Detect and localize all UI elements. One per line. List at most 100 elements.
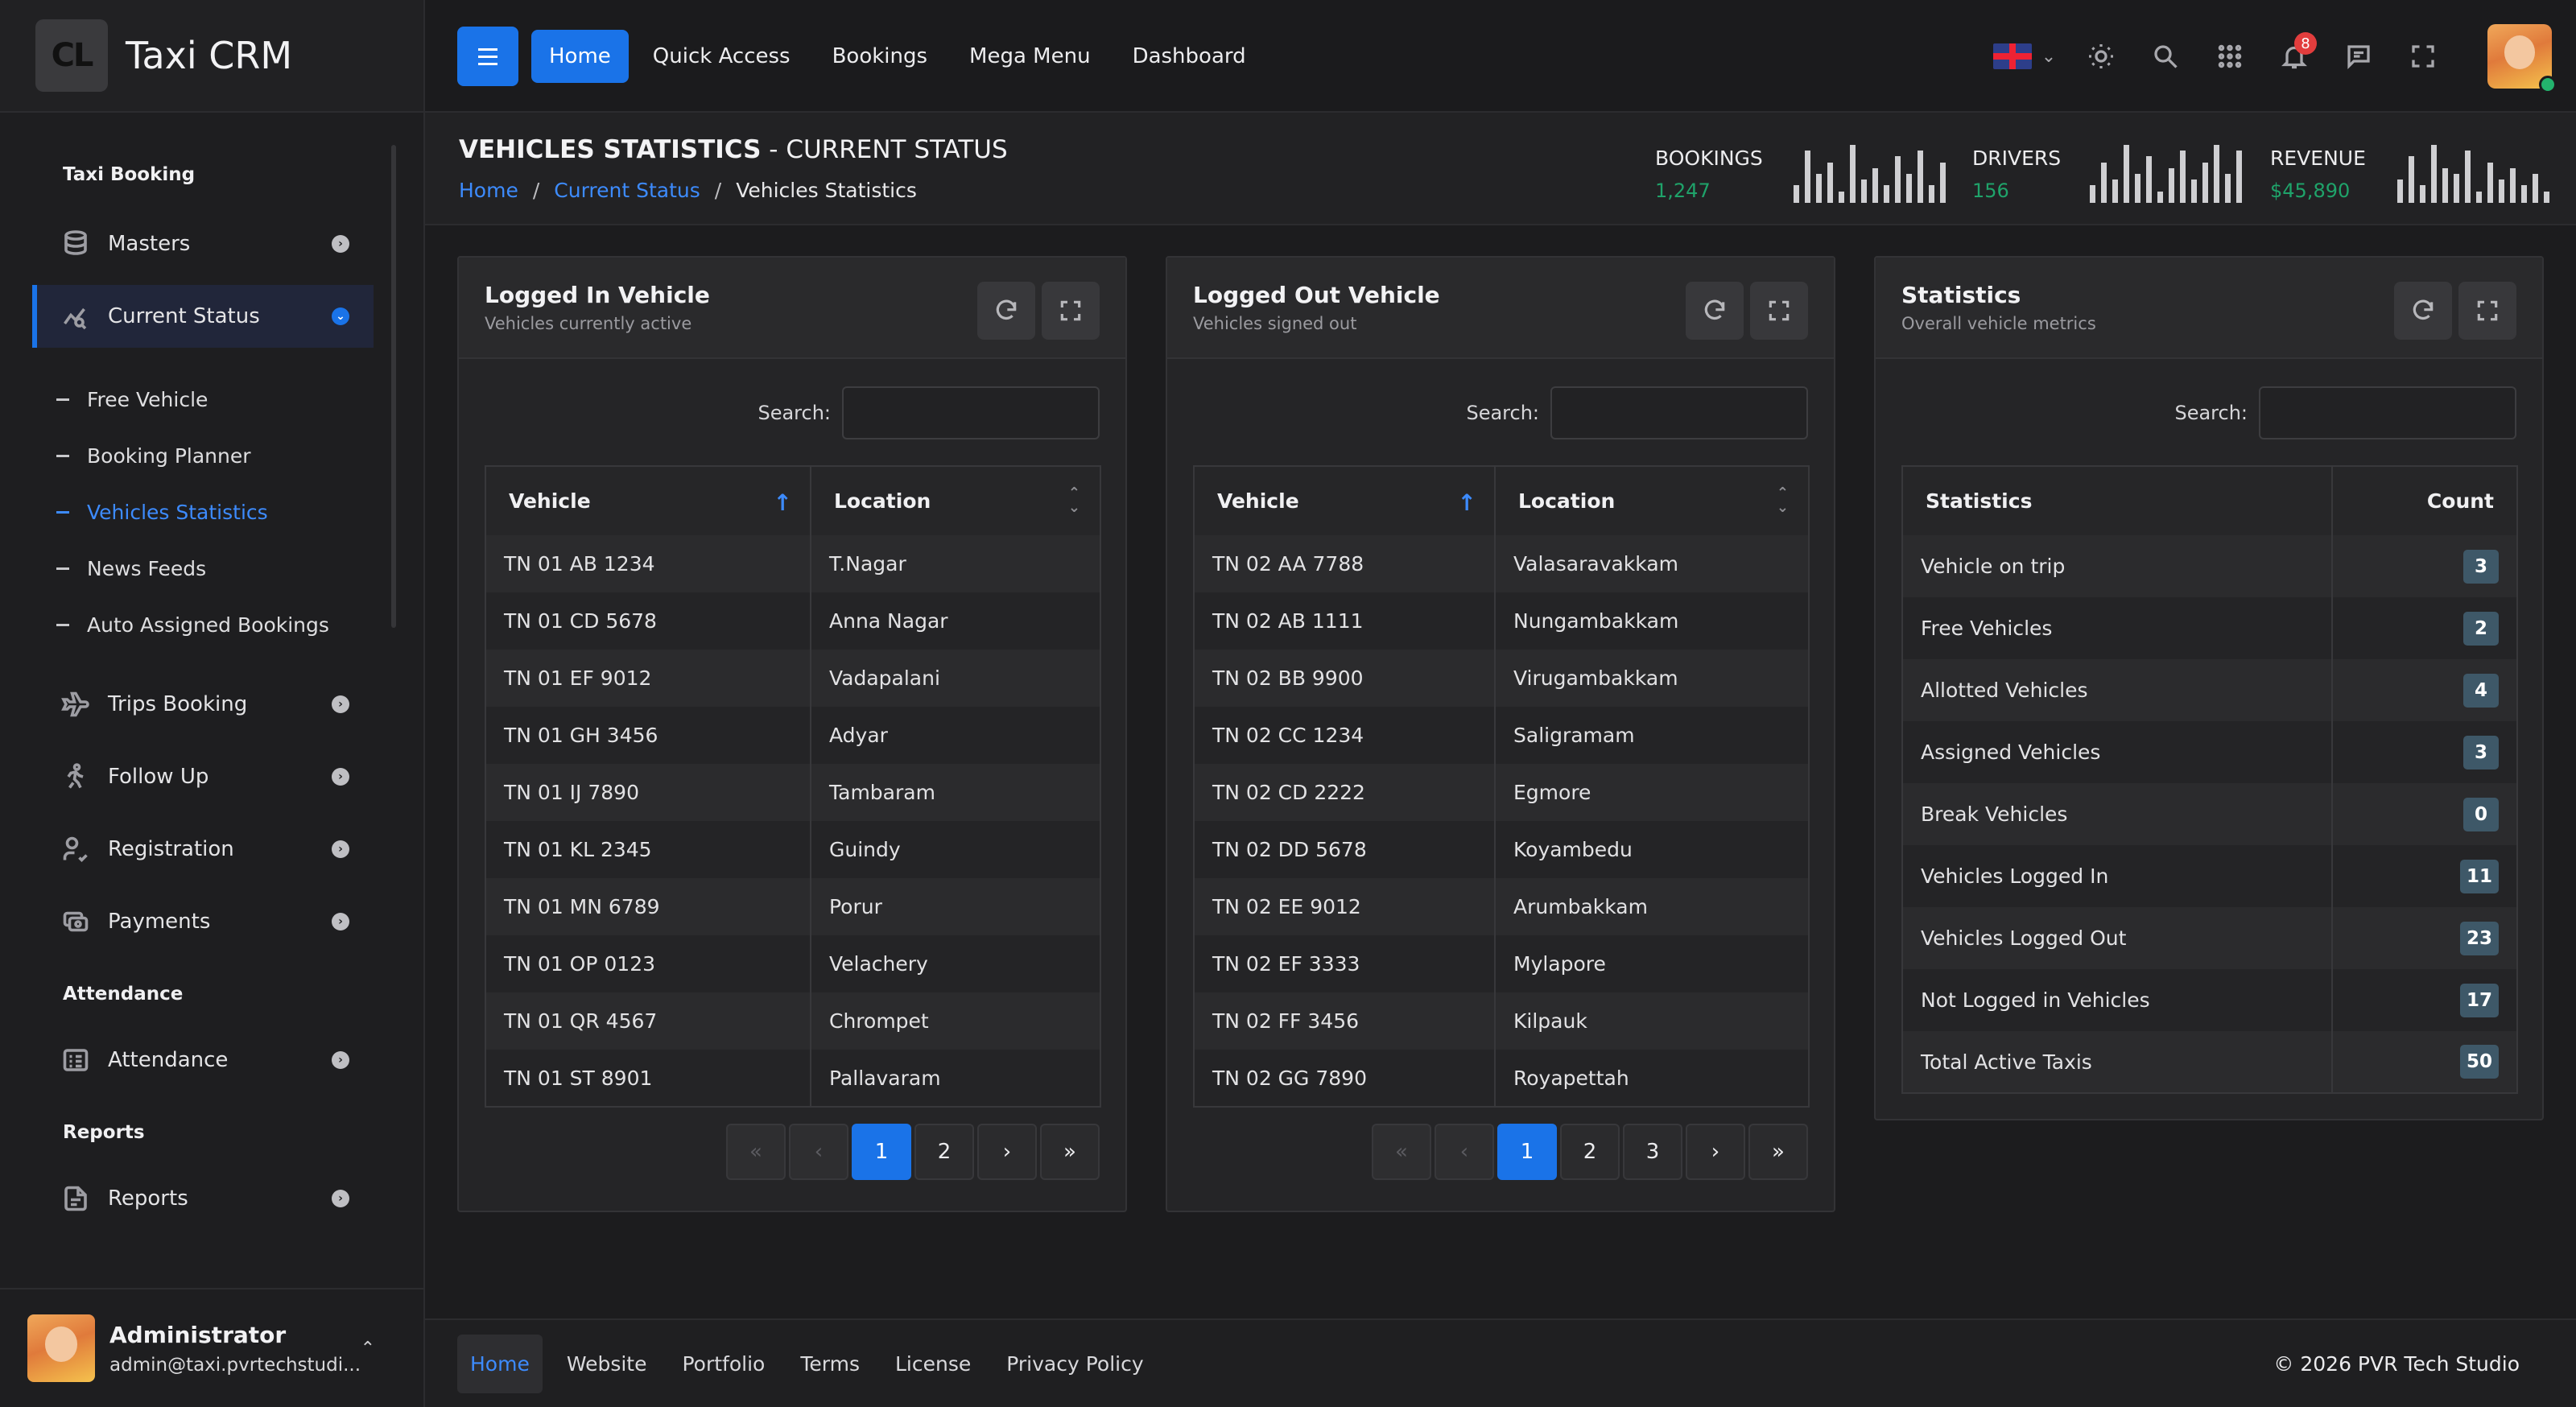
table-row[interactable]: Vehicles Logged Out 23 xyxy=(1902,907,2517,969)
column-header-location[interactable]: Location ⌃ ⌄ xyxy=(811,466,1100,535)
database-icon xyxy=(60,228,92,260)
brand[interactable]: CL Taxi CRM xyxy=(0,0,423,113)
top-nav-quick-access[interactable]: Quick Access xyxy=(653,44,791,68)
top-nav-home[interactable]: Home xyxy=(531,30,629,83)
pagination-page-button[interactable]: 2 xyxy=(914,1124,974,1180)
footer-link-home[interactable]: Home xyxy=(457,1334,543,1393)
sidebar-item-payments[interactable]: Payments › xyxy=(32,890,374,953)
messages-button[interactable] xyxy=(2326,24,2391,89)
table-row[interactable]: TN 01 ST 8901 Pallavaram xyxy=(485,1050,1100,1107)
sidebar-item-reports[interactable]: Reports › xyxy=(32,1167,374,1230)
sidebar-subitem-label: Vehicles Statistics xyxy=(87,501,268,524)
sidebar-subitem-vehicles-statistics[interactable]: Vehicles Statistics xyxy=(56,501,268,524)
refresh-button[interactable] xyxy=(1686,282,1744,340)
pagination-next-button[interactable]: › xyxy=(977,1124,1037,1180)
table-row[interactable]: Break Vehicles 0 xyxy=(1902,783,2517,845)
table-row[interactable]: TN 02 BB 9900 Virugambakkam xyxy=(1194,650,1809,707)
footer-link-portfolio[interactable]: Portfolio xyxy=(683,1352,766,1376)
sidebar-scrollbar[interactable] xyxy=(391,145,396,628)
table-row[interactable]: TN 02 FF 3456 Kilpauk xyxy=(1194,992,1809,1050)
table-row[interactable]: TN 01 EF 9012 Vadapalani xyxy=(485,650,1100,707)
table-row[interactable]: TN 02 DD 5678 Koyambedu xyxy=(1194,821,1809,878)
sidebar-item-current-status[interactable]: Current Status ⌄ xyxy=(32,285,374,348)
chevron-down-icon: ⌄ xyxy=(2041,46,2057,67)
table-row[interactable]: TN 01 CD 5678 Anna Nagar xyxy=(485,592,1100,650)
sidebar-subitem-auto-assigned-bookings[interactable]: Auto Assigned Bookings xyxy=(56,613,329,637)
column-header-vehicle[interactable]: Vehicle ↑ xyxy=(1194,466,1496,535)
search-input[interactable] xyxy=(1550,386,1808,439)
table-row[interactable]: TN 02 GG 7890 Royapettah xyxy=(1194,1050,1809,1107)
sidebar-item-follow-up[interactable]: Follow Up › xyxy=(32,745,374,808)
table-row[interactable]: Total Active Taxis 50 xyxy=(1902,1031,2517,1093)
search-input[interactable] xyxy=(842,386,1100,439)
table-row[interactable]: Allotted Vehicles 4 xyxy=(1902,659,2517,721)
table-row[interactable]: TN 01 OP 0123 Velachery xyxy=(485,935,1100,992)
pagination-last-button[interactable]: » xyxy=(1040,1124,1100,1180)
table-row[interactable]: TN 01 IJ 7890 Tambaram xyxy=(485,764,1100,821)
column-header-location[interactable]: Location ⌃ ⌄ xyxy=(1495,466,1809,535)
table-row[interactable]: Vehicles Logged In 11 xyxy=(1902,845,2517,907)
footer-link-terms[interactable]: Terms xyxy=(800,1352,860,1376)
column-header-vehicle[interactable]: Vehicle ↑ xyxy=(485,466,811,535)
table-row[interactable]: Not Logged in Vehicles 17 xyxy=(1902,969,2517,1031)
table-row[interactable]: TN 02 EF 3333 Mylapore xyxy=(1194,935,1809,992)
search-input[interactable] xyxy=(2259,386,2516,439)
sidebar-item-registration[interactable]: Registration › xyxy=(32,818,374,881)
table-row[interactable]: TN 02 AA 7788 Valasaravakkam xyxy=(1194,535,1809,592)
menu-toggle-button[interactable] xyxy=(457,27,518,86)
table-row[interactable]: Free Vehicles 2 xyxy=(1902,597,2517,659)
column-header-statistics[interactable]: Statistics xyxy=(1902,466,2333,535)
footer-link-website[interactable]: Website xyxy=(567,1352,647,1376)
footer-link-license[interactable]: License xyxy=(895,1352,971,1376)
user-avatar-button[interactable] xyxy=(2487,24,2557,93)
pagination-page-button[interactable]: 1 xyxy=(1497,1124,1557,1180)
table-row[interactable]: Vehicle on trip 3 xyxy=(1902,535,2517,597)
column-header-count[interactable]: Count xyxy=(2332,466,2517,535)
sidebar-item-trips-booking[interactable]: Trips Booking › xyxy=(32,673,374,736)
top-nav-bookings[interactable]: Bookings xyxy=(832,44,927,68)
maximize-icon xyxy=(2412,45,2434,68)
table-row[interactable]: TN 01 GH 3456 Adyar xyxy=(485,707,1100,764)
pagination-page-button[interactable]: 3 xyxy=(1623,1124,1682,1180)
fullscreen-button[interactable] xyxy=(2391,24,2455,89)
table-row[interactable]: TN 02 CC 1234 Saligramam xyxy=(1194,707,1809,764)
pagination-prev-button: ‹ xyxy=(1435,1124,1494,1180)
pagination-page-button[interactable]: 1 xyxy=(852,1124,911,1180)
breadcrumb-home[interactable]: Home xyxy=(459,179,518,202)
table-row[interactable]: TN 01 QR 4567 Chrompet xyxy=(485,992,1100,1050)
sidebar-subitem-free-vehicle[interactable]: Free Vehicle xyxy=(56,388,208,411)
top-nav-dashboard[interactable]: Dashboard xyxy=(1133,44,1246,68)
chevron-up-icon[interactable]: ⌃ xyxy=(361,1339,375,1359)
sidebar-subitem-news-feeds[interactable]: News Feeds xyxy=(56,557,206,580)
expand-button[interactable] xyxy=(1042,282,1100,340)
pagination-last-button[interactable]: » xyxy=(1748,1124,1808,1180)
table-row[interactable]: TN 01 AB 1234 T.Nagar xyxy=(485,535,1100,592)
table-row[interactable]: TN 02 CD 2222 Egmore xyxy=(1194,764,1809,821)
sidebar-subitem-booking-planner[interactable]: Booking Planner xyxy=(56,444,251,468)
table-row[interactable]: TN 02 EE 9012 Arumbakkam xyxy=(1194,878,1809,935)
expand-button[interactable] xyxy=(2458,282,2516,340)
sidebar-item-attendance[interactable]: Attendance › xyxy=(32,1029,374,1091)
breadcrumb-current-status[interactable]: Current Status xyxy=(554,179,700,202)
notifications-button[interactable]: 8 xyxy=(2262,24,2326,89)
sidebar-item-masters[interactable]: Masters › xyxy=(32,212,374,275)
refresh-button[interactable] xyxy=(977,282,1035,340)
expand-button[interactable] xyxy=(1750,282,1808,340)
table-row[interactable]: TN 01 KL 2345 Guindy xyxy=(485,821,1100,878)
count-badge: 4 xyxy=(2463,673,2499,708)
top-nav-mega-menu[interactable]: Mega Menu xyxy=(969,44,1091,68)
refresh-button[interactable] xyxy=(2394,282,2452,340)
theme-toggle-button[interactable] xyxy=(2069,24,2133,89)
table-row[interactable]: Assigned Vehicles 3 xyxy=(1902,721,2517,783)
count-badge: 23 xyxy=(2459,921,2499,955)
table-row[interactable]: TN 02 AB 1111 Nungambakkam xyxy=(1194,592,1809,650)
pagination-next-button[interactable]: › xyxy=(1686,1124,1745,1180)
apps-button[interactable] xyxy=(2198,24,2262,89)
sidebar-item-label: Masters xyxy=(108,232,191,256)
search-button[interactable] xyxy=(2133,24,2198,89)
pagination-page-button[interactable]: 2 xyxy=(1560,1124,1620,1180)
language-selector[interactable]: ⌄ xyxy=(1980,24,2069,89)
footer-link-privacy-policy[interactable]: Privacy Policy xyxy=(1006,1352,1143,1376)
table-row[interactable]: TN 01 MN 6789 Porur xyxy=(485,878,1100,935)
user-profile-menu[interactable]: Administrator admin@taxi.pvrtechstudi...… xyxy=(0,1288,423,1407)
